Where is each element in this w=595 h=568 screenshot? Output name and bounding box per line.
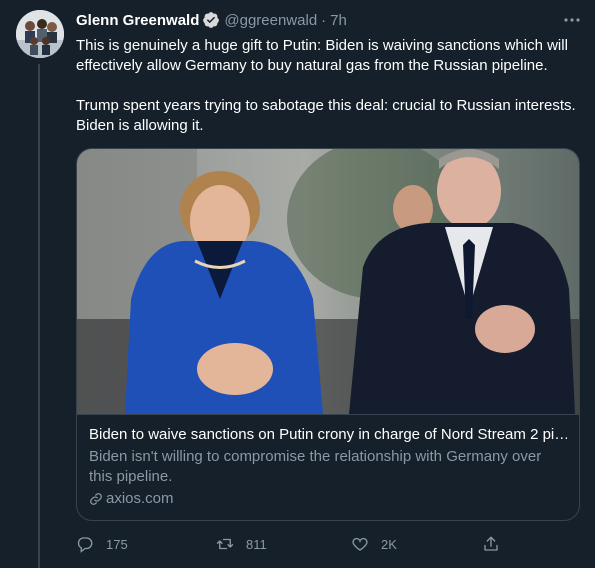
card-domain[interactable]: axios.com <box>89 489 567 509</box>
avatar[interactable] <box>16 10 64 58</box>
card-domain-text: axios.com <box>106 490 174 507</box>
card-title[interactable]: Biden to waive sanctions on Putin crony … <box>89 425 567 445</box>
handle[interactable]: @ggreenwald <box>224 12 317 29</box>
reply-button[interactable]: 175 <box>76 535 128 553</box>
card-description: Biden isn't willing to compromise the re… <box>89 448 542 485</box>
reply-icon <box>77 537 93 553</box>
link-icon <box>90 493 102 505</box>
retweet-count: 811 <box>246 536 267 552</box>
timestamp[interactable]: 7h <box>330 12 347 29</box>
avatar-photo <box>16 10 64 58</box>
tweet-paragraph: Trump spent years trying to sabotage thi… <box>76 97 576 134</box>
like-button[interactable]: 2K <box>351 535 397 553</box>
more-icon[interactable] <box>563 13 581 27</box>
card-image <box>77 149 579 415</box>
tweet-actions: 175 811 2K <box>76 532 516 556</box>
thread-connector-line <box>38 64 40 568</box>
separator-dot: · <box>321 11 327 29</box>
like-icon <box>352 537 368 551</box>
tweet-paragraph: This is genuinely a huge gift to Putin: … <box>76 37 568 74</box>
retweet-button[interactable]: 811 <box>216 535 267 553</box>
share-icon <box>484 536 498 551</box>
retweet-icon <box>216 538 234 550</box>
tweet-text: This is genuinely a huge gift to Putin: … <box>76 36 586 156</box>
share-button[interactable] <box>482 535 512 553</box>
card-body: Biden to waive sanctions on Putin crony … <box>89 425 567 509</box>
tweet-header: Glenn Greenwald @ggreenwald · 7h <box>76 9 581 31</box>
reply-count: 175 <box>106 536 128 552</box>
link-card[interactable]: Biden to waive sanctions on Putin crony … <box>76 148 580 521</box>
verified-badge-icon <box>203 12 220 28</box>
display-name[interactable]: Glenn Greenwald <box>76 12 199 29</box>
like-count: 2K <box>381 536 397 552</box>
